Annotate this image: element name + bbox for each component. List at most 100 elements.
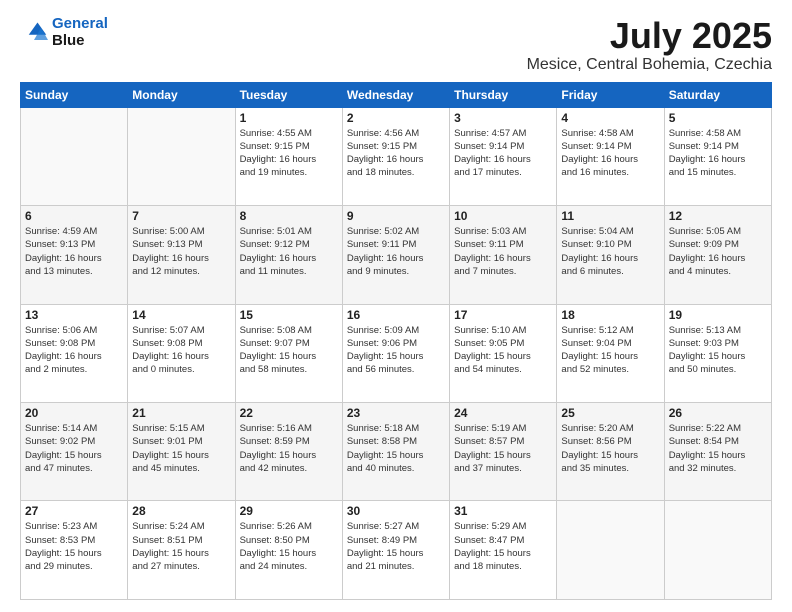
calendar-week-row: 1 Sunrise: 4:55 AM Sunset: 9:15 PM Daylig…: [21, 107, 772, 205]
day-info: Sunrise: 4:58 AM Sunset: 9:14 PM Dayligh…: [561, 127, 659, 180]
calendar-cell: 15 Sunrise: 5:08 AM Sunset: 9:07 PM Dayli…: [235, 304, 342, 402]
day-number: 3: [454, 111, 552, 125]
day-number: 22: [240, 406, 338, 420]
header: General Blue July 2025 Mesice, Central B…: [20, 16, 772, 74]
day-number: 7: [132, 209, 230, 223]
calendar-cell: 20Sunrise: 5:14 AM Sunset: 9:02 PM Dayli…: [21, 403, 128, 501]
day-info: Sunrise: 5:19 AM Sunset: 8:57 PM Dayligh…: [454, 422, 552, 475]
day-info: Sunrise: 5:13 AM Sunset: 9:03 PM Dayligh…: [669, 324, 767, 377]
calendar-cell: [21, 107, 128, 205]
calendar-cell: 7 Sunrise: 5:00 AM Sunset: 9:13 PM Daylig…: [128, 206, 235, 304]
day-number: 2: [347, 111, 445, 125]
calendar: SundayMondayTuesdayWednesdayThursdayFrid…: [20, 82, 772, 600]
calendar-cell: 17 Sunrise: 5:10 AM Sunset: 9:05 PM Dayli…: [450, 304, 557, 402]
calendar-cell: 19 Sunrise: 5:13 AM Sunset: 9:03 PM Dayli…: [664, 304, 771, 402]
day-number: 19: [669, 308, 767, 322]
day-info: Sunrise: 5:22 AM Sunset: 8:54 PM Dayligh…: [669, 422, 767, 475]
day-info: Sunrise: 5:15 AM Sunset: 9:01 PM Dayligh…: [132, 422, 230, 475]
day-info: Sunrise: 5:07 AM Sunset: 9:08 PM Dayligh…: [132, 324, 230, 377]
calendar-cell: [557, 501, 664, 600]
calendar-cell: 27 Sunrise: 5:23 AM Sunset: 8:53 PM Dayli…: [21, 501, 128, 600]
calendar-cell: 10 Sunrise: 5:03 AM Sunset: 9:11 PM Dayli…: [450, 206, 557, 304]
day-number: 5: [669, 111, 767, 125]
day-info: Sunrise: 5:29 AM Sunset: 8:47 PM Dayligh…: [454, 520, 552, 573]
day-number: 30: [347, 504, 445, 518]
calendar-cell: 13 Sunrise: 5:06 AM Sunset: 9:08 PM Dayli…: [21, 304, 128, 402]
day-number: 16: [347, 308, 445, 322]
day-number: 25: [561, 406, 659, 420]
day-info: Sunrise: 5:06 AM Sunset: 9:08 PM Dayligh…: [25, 324, 123, 377]
day-info: Sunrise: 5:27 AM Sunset: 8:49 PM Dayligh…: [347, 520, 445, 573]
logo-text: General Blue: [52, 16, 108, 49]
day-info: Sunrise: 5:10 AM Sunset: 9:05 PM Dayligh…: [454, 324, 552, 377]
calendar-cell: 30 Sunrise: 5:27 AM Sunset: 8:49 PM Dayli…: [342, 501, 449, 600]
calendar-cell: 6 Sunrise: 4:59 AM Sunset: 9:13 PM Daylig…: [21, 206, 128, 304]
day-number: 12: [669, 209, 767, 223]
day-number: 9: [347, 209, 445, 223]
logo: General Blue: [20, 16, 108, 49]
day-number: 21: [132, 406, 230, 420]
calendar-week-row: 20Sunrise: 5:14 AM Sunset: 9:02 PM Dayli…: [21, 403, 772, 501]
calendar-cell: 22 Sunrise: 5:16 AM Sunset: 8:59 PM Dayli…: [235, 403, 342, 501]
calendar-cell: 18 Sunrise: 5:12 AM Sunset: 9:04 PM Dayli…: [557, 304, 664, 402]
calendar-week-row: 6 Sunrise: 4:59 AM Sunset: 9:13 PM Daylig…: [21, 206, 772, 304]
day-info: Sunrise: 5:23 AM Sunset: 8:53 PM Dayligh…: [25, 520, 123, 573]
day-info: Sunrise: 5:03 AM Sunset: 9:11 PM Dayligh…: [454, 225, 552, 278]
day-info: Sunrise: 5:00 AM Sunset: 9:13 PM Dayligh…: [132, 225, 230, 278]
calendar-cell: 31Sunrise: 5:29 AM Sunset: 8:47 PM Dayli…: [450, 501, 557, 600]
calendar-cell: 23 Sunrise: 5:18 AM Sunset: 8:58 PM Dayli…: [342, 403, 449, 501]
day-number: 28: [132, 504, 230, 518]
calendar-cell: 2 Sunrise: 4:56 AM Sunset: 9:15 PM Daylig…: [342, 107, 449, 205]
day-info: Sunrise: 5:20 AM Sunset: 8:56 PM Dayligh…: [561, 422, 659, 475]
calendar-cell: 26Sunrise: 5:22 AM Sunset: 8:54 PM Dayli…: [664, 403, 771, 501]
calendar-cell: 4 Sunrise: 4:58 AM Sunset: 9:14 PM Daylig…: [557, 107, 664, 205]
month-title: July 2025: [527, 16, 772, 56]
day-info: Sunrise: 5:08 AM Sunset: 9:07 PM Dayligh…: [240, 324, 338, 377]
location-title: Mesice, Central Bohemia, Czechia: [527, 56, 772, 74]
day-number: 27: [25, 504, 123, 518]
day-number: 6: [25, 209, 123, 223]
calendar-body: 1 Sunrise: 4:55 AM Sunset: 9:15 PM Daylig…: [21, 107, 772, 599]
day-info: Sunrise: 4:56 AM Sunset: 9:15 PM Dayligh…: [347, 127, 445, 180]
day-info: Sunrise: 4:55 AM Sunset: 9:15 PM Dayligh…: [240, 127, 338, 180]
day-number: 14: [132, 308, 230, 322]
weekday-header: Thursday: [450, 82, 557, 107]
day-number: 29: [240, 504, 338, 518]
day-info: Sunrise: 5:09 AM Sunset: 9:06 PM Dayligh…: [347, 324, 445, 377]
day-info: Sunrise: 5:12 AM Sunset: 9:04 PM Dayligh…: [561, 324, 659, 377]
weekday-header: Saturday: [664, 82, 771, 107]
weekday-header: Tuesday: [235, 82, 342, 107]
calendar-cell: 29 Sunrise: 5:26 AM Sunset: 8:50 PM Dayli…: [235, 501, 342, 600]
calendar-cell: 14 Sunrise: 5:07 AM Sunset: 9:08 PM Dayli…: [128, 304, 235, 402]
day-number: 8: [240, 209, 338, 223]
calendar-cell: 25 Sunrise: 5:20 AM Sunset: 8:56 PM Dayli…: [557, 403, 664, 501]
title-block: July 2025 Mesice, Central Bohemia, Czech…: [527, 16, 772, 74]
day-number: 15: [240, 308, 338, 322]
day-info: Sunrise: 4:58 AM Sunset: 9:14 PM Dayligh…: [669, 127, 767, 180]
day-info: Sunrise: 5:05 AM Sunset: 9:09 PM Dayligh…: [669, 225, 767, 278]
day-info: Sunrise: 5:02 AM Sunset: 9:11 PM Dayligh…: [347, 225, 445, 278]
weekday-header-row: SundayMondayTuesdayWednesdayThursdayFrid…: [21, 82, 772, 107]
day-info: Sunrise: 5:04 AM Sunset: 9:10 PM Dayligh…: [561, 225, 659, 278]
day-number: 23: [347, 406, 445, 420]
calendar-week-row: 27 Sunrise: 5:23 AM Sunset: 8:53 PM Dayli…: [21, 501, 772, 600]
day-number: 4: [561, 111, 659, 125]
day-info: Sunrise: 5:24 AM Sunset: 8:51 PM Dayligh…: [132, 520, 230, 573]
day-number: 18: [561, 308, 659, 322]
day-number: 10: [454, 209, 552, 223]
calendar-cell: 16 Sunrise: 5:09 AM Sunset: 9:06 PM Dayli…: [342, 304, 449, 402]
logo-icon: [20, 19, 48, 47]
day-info: Sunrise: 5:26 AM Sunset: 8:50 PM Dayligh…: [240, 520, 338, 573]
day-number: 20: [25, 406, 123, 420]
calendar-week-row: 13 Sunrise: 5:06 AM Sunset: 9:08 PM Dayli…: [21, 304, 772, 402]
day-number: 1: [240, 111, 338, 125]
page: General Blue July 2025 Mesice, Central B…: [0, 0, 792, 612]
day-number: 17: [454, 308, 552, 322]
day-info: Sunrise: 5:01 AM Sunset: 9:12 PM Dayligh…: [240, 225, 338, 278]
day-info: Sunrise: 5:18 AM Sunset: 8:58 PM Dayligh…: [347, 422, 445, 475]
weekday-header: Monday: [128, 82, 235, 107]
calendar-cell: 9 Sunrise: 5:02 AM Sunset: 9:11 PM Daylig…: [342, 206, 449, 304]
day-info: Sunrise: 4:59 AM Sunset: 9:13 PM Dayligh…: [25, 225, 123, 278]
day-info: Sunrise: 5:16 AM Sunset: 8:59 PM Dayligh…: [240, 422, 338, 475]
day-number: 13: [25, 308, 123, 322]
